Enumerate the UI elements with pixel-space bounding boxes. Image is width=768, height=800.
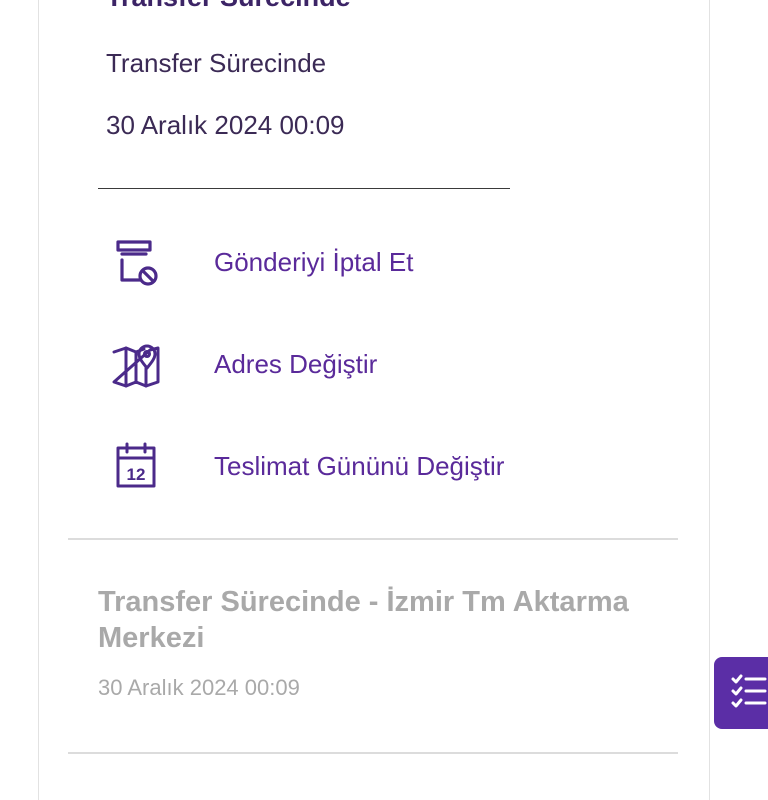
change-delivery-day-label: Teslimat Gününü Değiştir bbox=[214, 450, 505, 481]
timeline-divider-bottom bbox=[68, 752, 678, 754]
timeline-divider bbox=[68, 538, 678, 540]
checklist-fab-button[interactable] bbox=[714, 657, 768, 729]
shipment-status-text: Transfer Sürecinde bbox=[106, 48, 327, 78]
timeline-event-date: 30 Aralık 2024 00:09 bbox=[98, 675, 300, 700]
section-divider bbox=[98, 188, 510, 189]
change-address-button[interactable]: Adres Değiştir bbox=[110, 334, 650, 394]
change-address-label: Adres Değiştir bbox=[214, 348, 378, 379]
change-delivery-day-button[interactable]: 12 Teslimat Gününü Değiştir bbox=[110, 436, 650, 496]
calendar-icon: 12 bbox=[110, 436, 170, 496]
map-pin-icon bbox=[110, 334, 170, 394]
shipment-status-date: 30 Aralık 2024 00:09 bbox=[106, 110, 345, 140]
checklist-icon bbox=[729, 671, 768, 716]
calendar-day-number: 12 bbox=[127, 465, 146, 484]
timeline-event-title: Transfer Sürecinde - İzmir Tm Aktarma Me… bbox=[98, 586, 629, 654]
cancel-shipment-icon bbox=[110, 232, 170, 292]
cancel-shipment-label: Gönderiyi İptal Et bbox=[214, 246, 414, 277]
cancel-shipment-button[interactable]: Gönderiyi İptal Et bbox=[110, 232, 650, 292]
shipment-status-title: Transfer Sürecinde bbox=[106, 0, 351, 13]
